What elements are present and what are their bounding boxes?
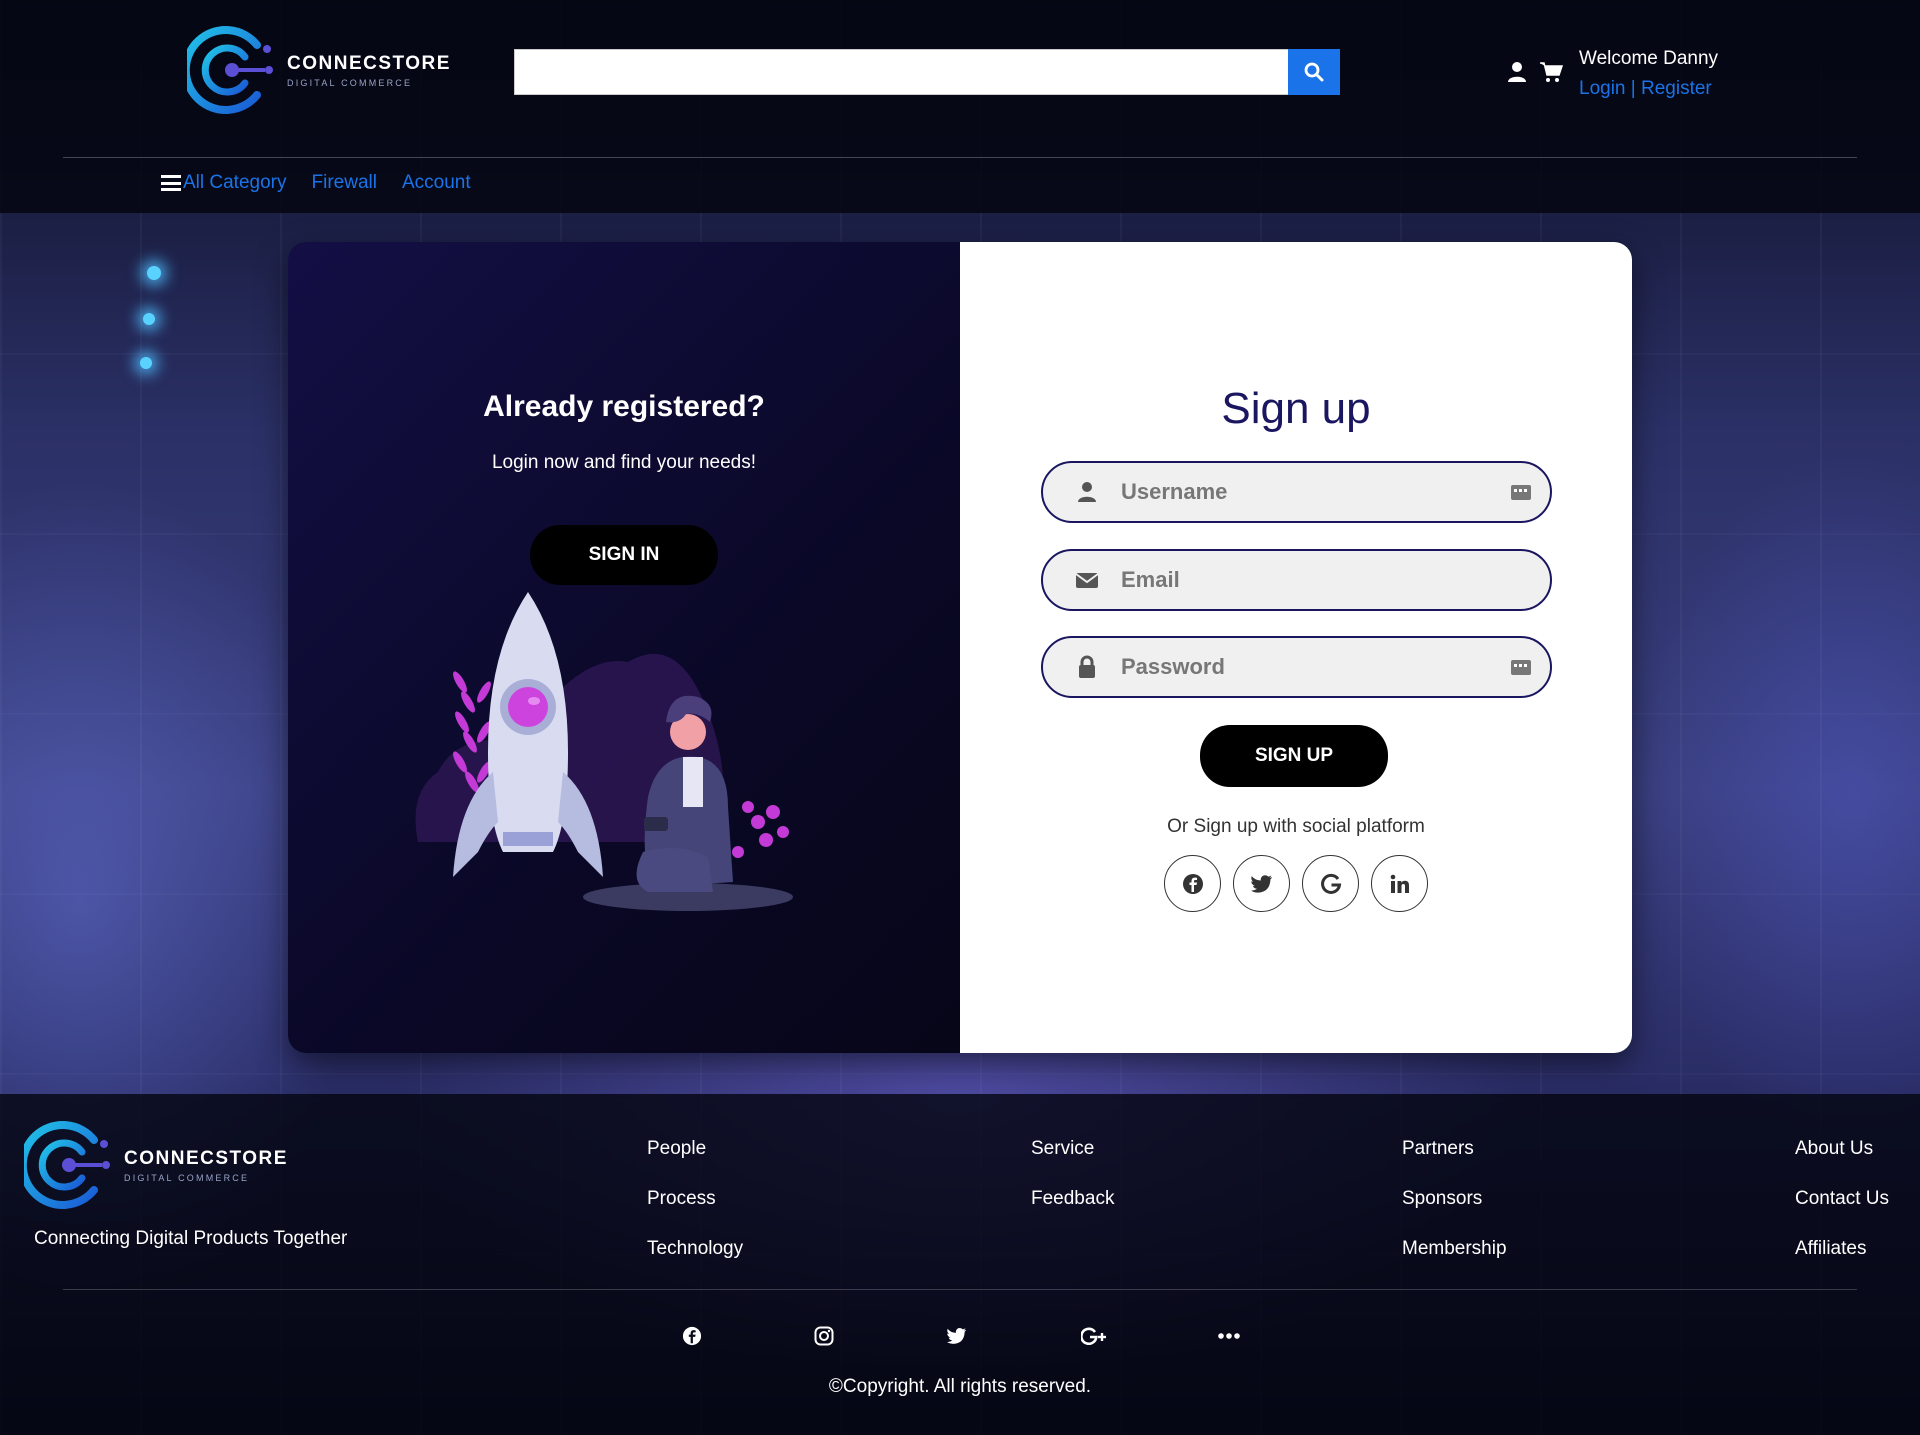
welcome-text: Welcome Danny (1579, 48, 1719, 69)
footer-facebook-link[interactable] (680, 1324, 704, 1348)
footer-link-partners[interactable]: Partners (1402, 1124, 1507, 1174)
site-header: CONNECSTORE DIGITAL COMMERCE Welcome Dan… (0, 0, 1920, 213)
lock-icon (1079, 655, 1095, 678)
footer-tagline: Connecting Digital Products Together (34, 1228, 348, 1249)
linkedin-signup-button[interactable] (1371, 855, 1428, 912)
footer-column: About Us Contact Us Affiliates (1795, 1124, 1889, 1274)
twitter-icon (1250, 874, 1272, 893)
social-signup-text: Or Sign up with social platform (1167, 816, 1425, 837)
footer-link-feedback[interactable]: Feedback (1031, 1174, 1114, 1224)
header-divider (63, 157, 1857, 158)
brand-tagline: DIGITAL COMMERCE (124, 1172, 250, 1183)
search-bar (514, 49, 1340, 95)
social-signup-buttons (1164, 855, 1440, 912)
google-signup-button[interactable] (1302, 855, 1359, 912)
email-input[interactable] (1121, 567, 1501, 593)
brand-tagline: DIGITAL COMMERCE (287, 77, 413, 88)
footer-link-technology[interactable]: Technology (647, 1224, 743, 1274)
footer-link-contact-us[interactable]: Contact Us (1795, 1174, 1889, 1224)
signup-title: Sign up (1221, 384, 1371, 433)
google-icon (1320, 873, 1341, 894)
email-field (1041, 549, 1552, 611)
footer-link-sponsors[interactable]: Sponsors (1402, 1174, 1507, 1224)
copyright-text: ©Copyright. All rights reserved. (828, 1376, 1092, 1397)
twitter-signup-button[interactable] (1233, 855, 1290, 912)
footer-logo[interactable]: CONNECSTORE DIGITAL COMMERCE (24, 1120, 288, 1210)
instagram-icon (814, 1326, 834, 1346)
password-input[interactable] (1121, 654, 1501, 680)
footer-column: Service Feedback (1031, 1124, 1114, 1224)
footer-instagram-link[interactable] (812, 1324, 836, 1348)
brand-name: CONNECSTORE (287, 52, 451, 74)
signin-panel-title: Already registered? (483, 390, 765, 423)
brand-name: CONNECSTORE (124, 1147, 288, 1169)
search-input[interactable] (514, 49, 1288, 95)
login-link[interactable]: Login (1579, 78, 1626, 99)
facebook-signup-button[interactable] (1164, 855, 1221, 912)
logo-mark-icon (24, 1121, 110, 1209)
google-plus-icon (1081, 1327, 1106, 1345)
cart-icon[interactable] (1539, 60, 1563, 84)
linkedin-icon (1390, 874, 1409, 893)
password-manager-icon[interactable] (1510, 482, 1532, 504)
link-separator: | (1625, 78, 1641, 99)
user-icon (1078, 482, 1096, 502)
footer-twitter-link[interactable] (945, 1324, 969, 1348)
header-logo[interactable]: CONNECSTORE DIGITAL COMMERCE (187, 25, 451, 115)
footer-link-membership[interactable]: Membership (1402, 1224, 1507, 1274)
signin-panel: Already registered? Login now and find y… (288, 242, 960, 1053)
menu-icon[interactable] (161, 175, 181, 191)
footer-column: Partners Sponsors Membership (1402, 1124, 1507, 1274)
user-area: Welcome Danny Login | Register (1505, 44, 1718, 104)
sign-up-button[interactable]: SIGN UP (1200, 725, 1388, 787)
password-manager-icon[interactable] (1510, 657, 1532, 679)
footer-link-about-us[interactable]: About Us (1795, 1124, 1889, 1174)
twitter-icon (947, 1328, 967, 1344)
nav-item-all-category[interactable]: All Category (183, 172, 287, 194)
facebook-icon (1182, 873, 1203, 894)
footer-link-people[interactable]: People (647, 1124, 743, 1174)
password-field (1041, 636, 1552, 698)
footer-column: People Process Technology (647, 1124, 743, 1274)
logo-mark-icon (187, 26, 273, 114)
footer-link-affiliates[interactable]: Affiliates (1795, 1224, 1889, 1274)
signin-panel-subtitle: Login now and find your needs! (491, 452, 757, 473)
search-button[interactable] (1288, 49, 1340, 95)
envelope-icon (1075, 573, 1099, 588)
username-input[interactable] (1121, 479, 1501, 505)
footer-more-link[interactable] (1217, 1324, 1241, 1348)
main-nav: All Category Firewall Account (161, 172, 496, 194)
footer-google-plus-link[interactable] (1080, 1324, 1110, 1348)
user-icon[interactable] (1505, 60, 1529, 84)
site-footer: CONNECSTORE DIGITAL COMMERCE Connecting … (0, 1094, 1920, 1435)
footer-divider (63, 1289, 1857, 1290)
signup-panel: Sign up Username Email SIGN UP Or Sign u… (960, 242, 1632, 1053)
more-icon (1218, 1333, 1240, 1339)
sign-in-button[interactable]: SIGN IN (530, 525, 718, 585)
decor-glow-dot (147, 266, 161, 280)
rocket-illustration (415, 592, 793, 911)
footer-link-process[interactable]: Process (647, 1174, 743, 1224)
search-icon (1304, 62, 1324, 82)
nav-item-account[interactable]: Account (402, 172, 471, 194)
decor-glow-dot (143, 313, 155, 325)
footer-link-service[interactable]: Service (1031, 1124, 1114, 1174)
register-link[interactable]: Register (1641, 78, 1712, 99)
facebook-icon (682, 1326, 702, 1346)
username-field (1041, 461, 1552, 523)
auth-card: Already registered? Login now and find y… (288, 242, 1632, 1053)
nav-item-firewall[interactable]: Firewall (312, 172, 377, 194)
decor-glow-dot (140, 357, 152, 369)
